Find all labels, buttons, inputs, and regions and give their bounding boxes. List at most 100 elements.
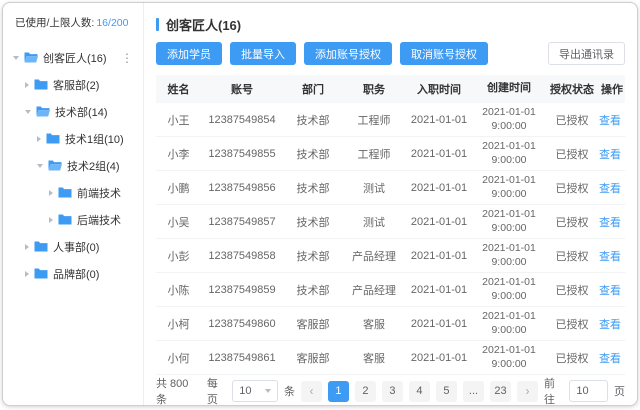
cell-join: 2021-01-01 xyxy=(405,148,473,160)
tree-node-8[interactable]: 品牌部(0) xyxy=(3,260,143,287)
cell-name: 小王 xyxy=(156,112,201,128)
cell-actions: 查看|编辑|删除 xyxy=(599,146,625,162)
view-link[interactable]: 查看 xyxy=(599,115,621,127)
next-page-button[interactable]: › xyxy=(517,381,538,402)
usage-value: 16/200 xyxy=(96,17,128,29)
cell-dept: 技术部 xyxy=(283,146,343,162)
cell-actions: 查看|编辑|删除 xyxy=(599,350,625,366)
per-page-suffix: 条 xyxy=(284,383,295,399)
more-actions-icon[interactable]: ⋮ xyxy=(121,51,133,65)
page-button-3[interactable]: 3 xyxy=(382,381,403,402)
tree-node-4[interactable]: 技术2组(4) xyxy=(3,152,143,179)
tree-node-label: 技术部(14) xyxy=(55,104,108,120)
cell-status: 已授权 xyxy=(545,112,599,128)
view-link[interactable]: 查看 xyxy=(599,353,621,365)
caret-right-icon[interactable] xyxy=(25,244,29,250)
table-row: 小李12387549855技术部工程师2021-01-012021-01-019… xyxy=(156,137,625,171)
view-link[interactable]: 查看 xyxy=(599,183,621,195)
created-time: 9:00:00 xyxy=(473,256,545,269)
toolbar-button-0[interactable]: 添加学员 xyxy=(156,42,222,65)
tree-node-3[interactable]: 技术1组(10) xyxy=(3,125,143,152)
caret-down-icon[interactable] xyxy=(37,164,43,168)
page-button-23[interactable]: 23 xyxy=(490,381,511,402)
cell-join: 2021-01-01 xyxy=(405,352,473,364)
caret-right-icon[interactable] xyxy=(37,136,41,142)
cell-dept: 客服部 xyxy=(283,316,343,332)
view-link[interactable]: 查看 xyxy=(599,285,621,297)
tree-node-0[interactable]: 创客匠人(16)⋮ xyxy=(3,44,143,71)
cell-role: 产品经理 xyxy=(343,248,405,264)
cell-created: 2021-01-019:00:00 xyxy=(473,208,545,234)
tree-node-label: 客服部(2) xyxy=(53,77,99,93)
tree-node-1[interactable]: 客服部(2) xyxy=(3,71,143,98)
cell-created: 2021-01-019:00:00 xyxy=(473,106,545,132)
view-link[interactable]: 查看 xyxy=(599,149,621,161)
cell-actions: 查看|编辑|删除 xyxy=(599,248,625,264)
tree-node-6[interactable]: 后端技术 xyxy=(3,206,143,233)
cell-status: 已授权 xyxy=(545,282,599,298)
cell-name: 小吴 xyxy=(156,214,201,230)
cell-join: 2021-01-01 xyxy=(405,284,473,296)
cell-name: 小鹏 xyxy=(156,180,201,196)
caret-down-icon[interactable] xyxy=(13,56,19,60)
caret-right-icon[interactable] xyxy=(49,190,53,196)
cell-status: 已授权 xyxy=(545,350,599,366)
cell-role: 测试 xyxy=(343,214,405,230)
caret-right-icon[interactable] xyxy=(49,217,53,223)
created-date: 2021-01-01 xyxy=(473,310,545,323)
tree-node-label: 后端技术 xyxy=(77,212,121,228)
page-button-4[interactable]: 4 xyxy=(409,381,430,402)
cell-dept: 技术部 xyxy=(283,112,343,128)
tree-node-5[interactable]: 前端技术 xyxy=(3,179,143,206)
goto-page-input[interactable]: 10 xyxy=(569,380,608,402)
page-button-2[interactable]: 2 xyxy=(355,381,376,402)
folder-icon xyxy=(58,187,72,198)
caret-right-icon[interactable] xyxy=(25,271,29,277)
toolbar-button-1[interactable]: 批量导入 xyxy=(230,42,296,65)
tree-node-label: 技术2组(4) xyxy=(67,158,120,174)
cell-account: 12387549854 xyxy=(201,114,283,126)
view-link[interactable]: 查看 xyxy=(599,251,621,263)
view-link[interactable]: 查看 xyxy=(599,217,621,229)
folder-open-icon xyxy=(48,160,62,171)
total-count-label: 共 800 条 xyxy=(156,375,197,405)
page-button-1[interactable]: 1 xyxy=(328,381,349,402)
cell-status: 已授权 xyxy=(545,180,599,196)
cell-join: 2021-01-01 xyxy=(405,114,473,126)
table-row: 小柯12387549860客服部客服2021-01-012021-01-019:… xyxy=(156,307,625,341)
goto-prefix: 前往 xyxy=(544,375,563,405)
view-link[interactable]: 查看 xyxy=(599,319,621,331)
caret-down-icon[interactable] xyxy=(25,110,31,114)
table-body: 小王12387549854技术部工程师2021-01-012021-01-019… xyxy=(156,103,625,375)
tree-node-label: 品牌部(0) xyxy=(53,266,99,282)
cell-actions: 查看|编辑|删除 xyxy=(599,214,625,230)
cell-status: 已授权 xyxy=(545,214,599,230)
cell-dept: 技术部 xyxy=(283,180,343,196)
column-header-join: 入职时间 xyxy=(405,81,473,97)
tree-node-7[interactable]: 人事部(0) xyxy=(3,233,143,260)
per-page-select[interactable]: 10 xyxy=(232,380,278,402)
cell-name: 小陈 xyxy=(156,282,201,298)
tree-node-2[interactable]: 技术部(14) xyxy=(3,98,143,125)
caret-right-icon[interactable] xyxy=(25,82,29,88)
usage-stats: 已使用/上限人数:16/200 xyxy=(3,15,143,44)
cell-account: 12387549859 xyxy=(201,284,283,296)
page-button-5[interactable]: 5 xyxy=(436,381,457,402)
column-header-account: 账号 xyxy=(201,81,283,97)
created-time: 9:00:00 xyxy=(473,120,545,133)
cell-created: 2021-01-019:00:00 xyxy=(473,174,545,200)
cell-account: 12387549861 xyxy=(201,352,283,364)
cell-status: 已授权 xyxy=(545,248,599,264)
toolbar-button-2[interactable]: 添加账号授权 xyxy=(304,42,392,65)
prev-page-button[interactable]: ‹ xyxy=(301,381,322,402)
toolbar-button-3[interactable]: 取消账号授权 xyxy=(400,42,488,65)
cell-created: 2021-01-019:00:00 xyxy=(473,344,545,370)
usage-label: 已使用/上限人数: xyxy=(15,17,94,29)
cell-actions: 查看|编辑|删除 xyxy=(599,316,625,332)
cell-role: 工程师 xyxy=(343,146,405,162)
folder-open-icon xyxy=(24,52,38,63)
cell-join: 2021-01-01 xyxy=(405,182,473,194)
export-contacts-button[interactable]: 导出通讯录 xyxy=(548,42,625,65)
created-time: 9:00:00 xyxy=(473,324,545,337)
folder-icon xyxy=(46,133,60,144)
